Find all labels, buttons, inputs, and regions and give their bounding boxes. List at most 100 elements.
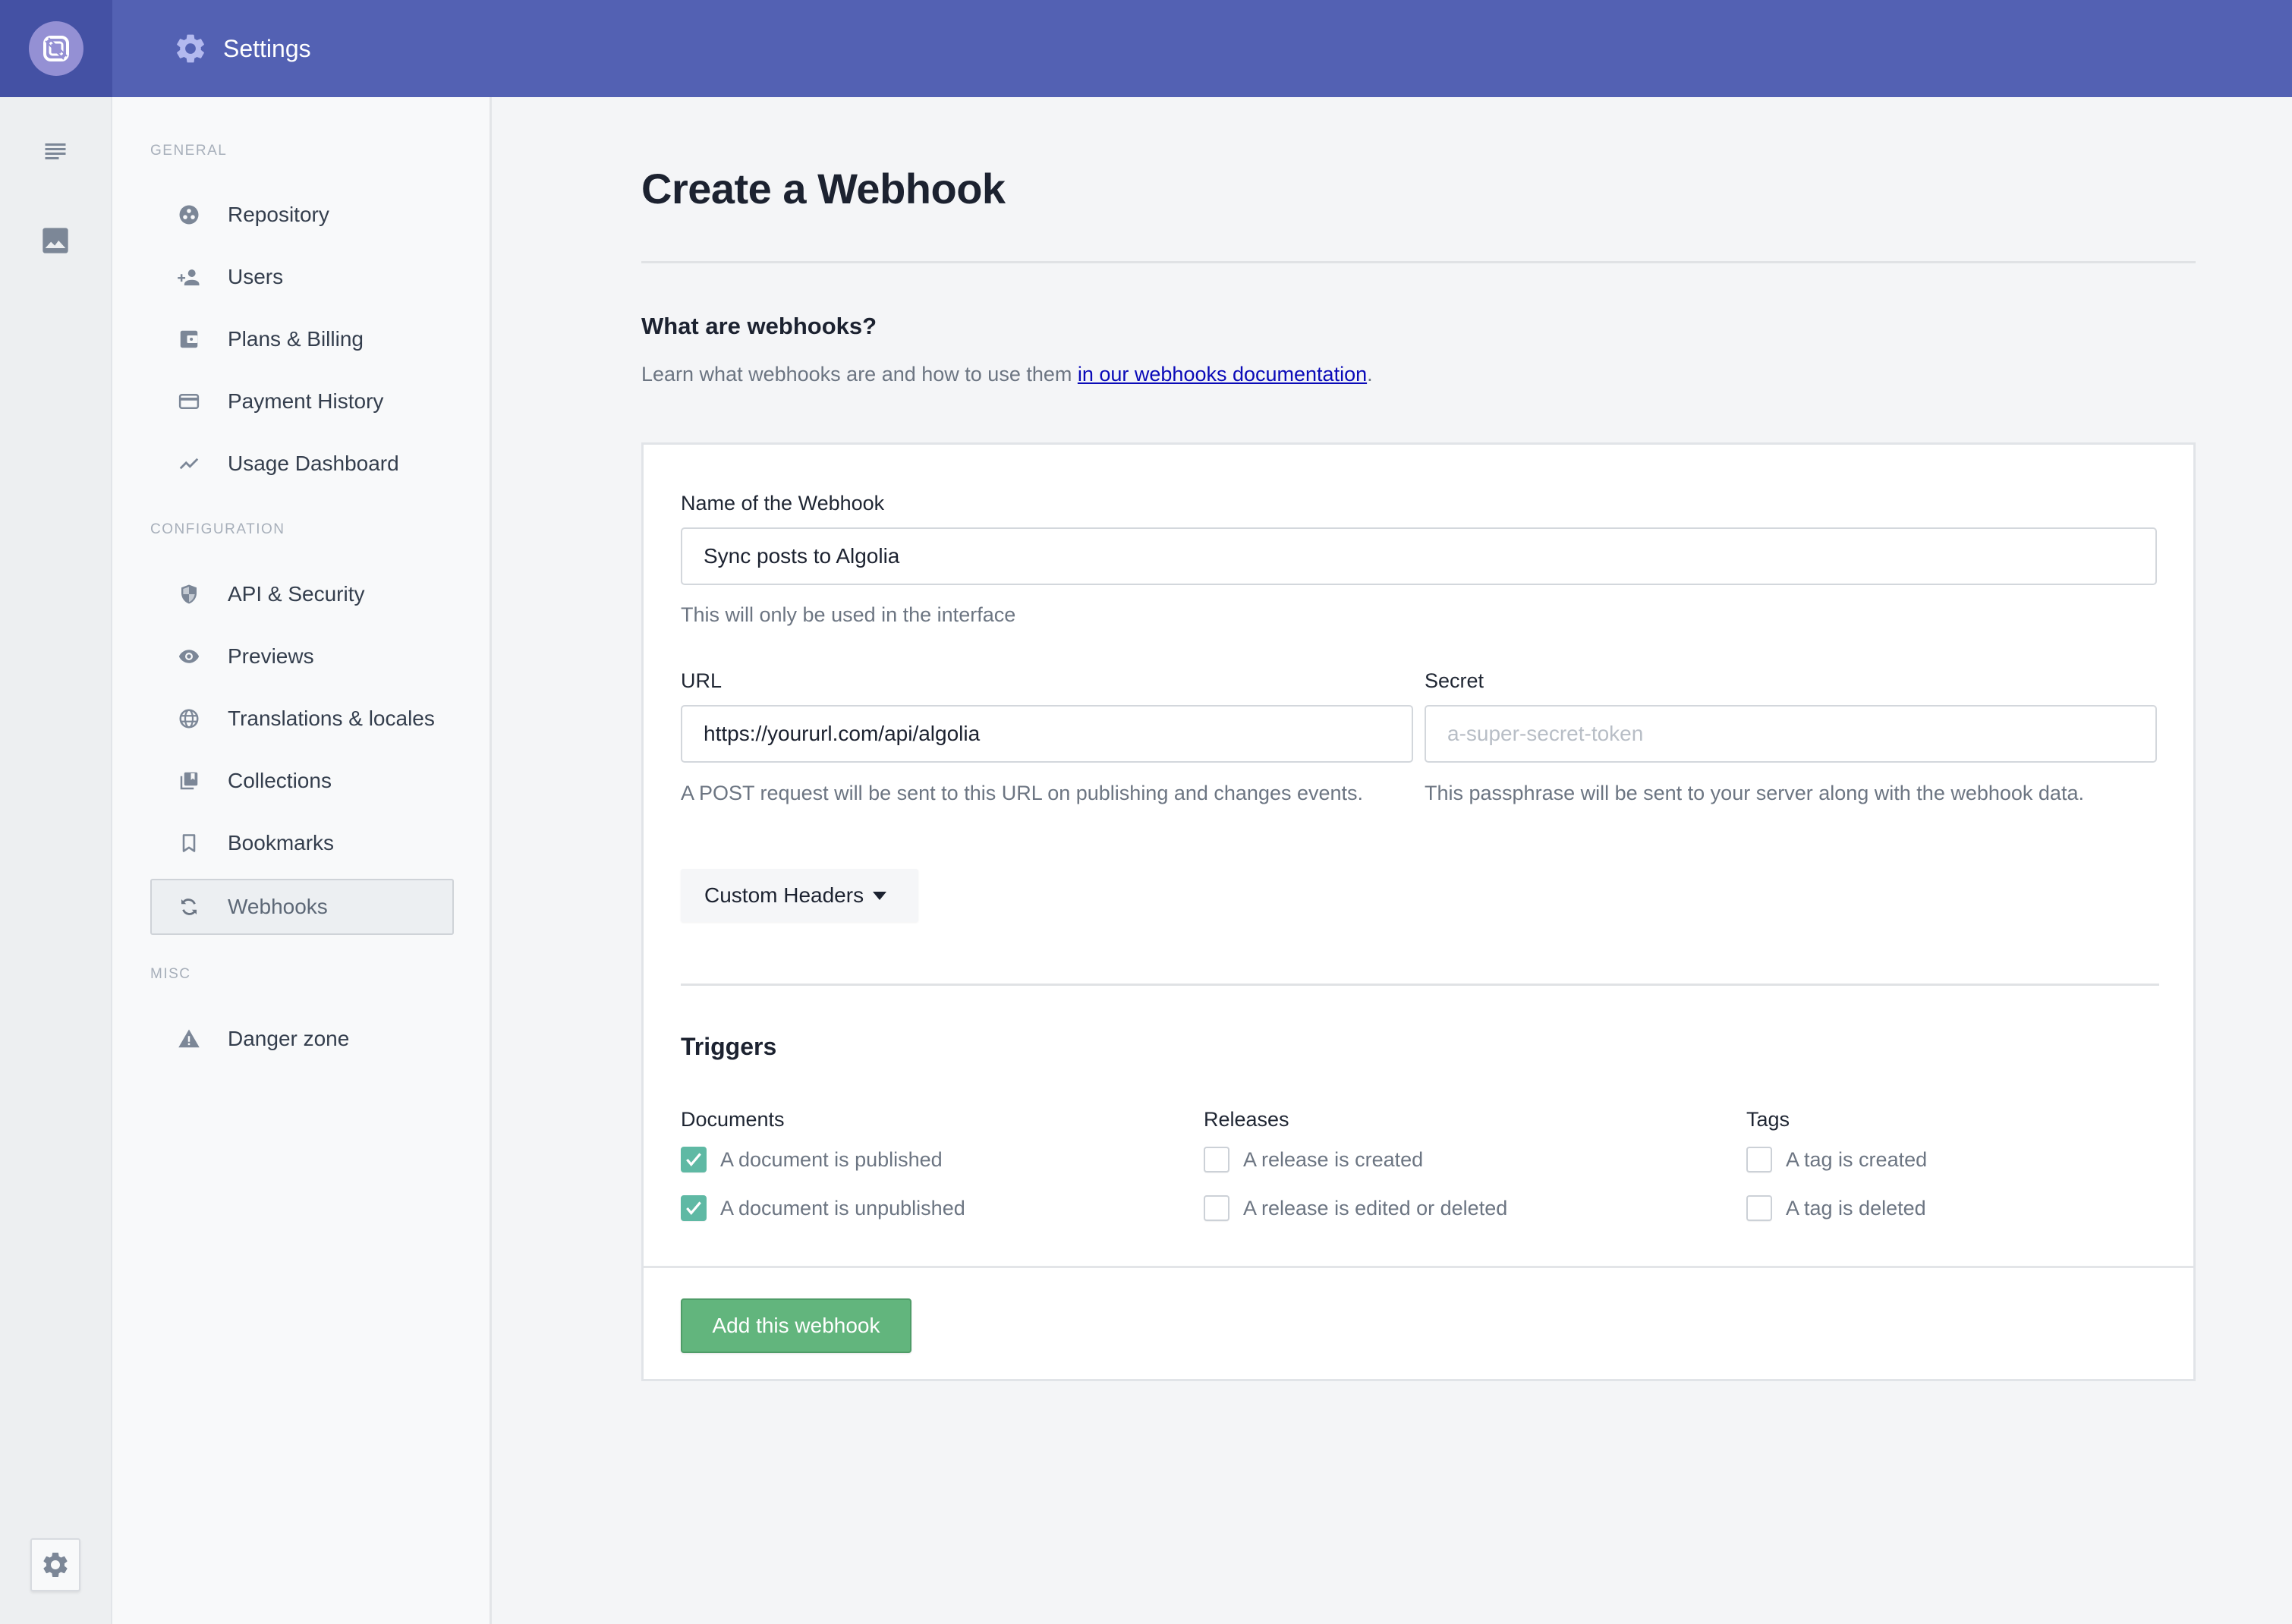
secret-label: Secret <box>1425 669 1484 692</box>
add-webhook-button[interactable]: Add this webhook <box>681 1298 911 1353</box>
sidebar-item-label: Previews <box>228 644 314 668</box>
sidebar-item-bookmarks[interactable]: Bookmarks <box>150 815 454 871</box>
intro-heading: What are webhooks? <box>641 313 877 339</box>
checkbox-checked[interactable] <box>681 1147 707 1172</box>
name-help-text: This will only be used in the interface <box>681 603 1016 626</box>
top-bar <box>0 0 2292 97</box>
webhooks-documentation-link[interactable]: in our webhooks documentation <box>1078 363 1367 386</box>
header-title: Settings <box>223 34 311 62</box>
sidebar-item-label: API & Security <box>228 582 365 606</box>
checkbox-unchecked[interactable] <box>1204 1195 1229 1221</box>
webhook-url-input[interactable] <box>681 705 1413 763</box>
left-rail <box>0 97 112 1624</box>
custom-headers-button[interactable]: Custom Headers <box>681 869 918 922</box>
sidebar-item-webhooks[interactable]: Webhooks <box>150 879 454 935</box>
checkmark-icon <box>686 1153 701 1167</box>
sidebar-item-label: Usage Dashboard <box>228 452 399 475</box>
sidebar-item-danger-zone[interactable]: Danger zone <box>150 1011 454 1067</box>
checkbox-checked[interactable] <box>681 1195 707 1221</box>
globe-icon <box>176 706 202 732</box>
main-content: Create a Webhook What are webhooks? Lear… <box>494 97 2292 1624</box>
intro-text: Learn what webhooks are and how to use t… <box>641 363 1373 386</box>
sync-icon <box>176 894 202 920</box>
form-divider <box>681 984 2159 986</box>
secret-help-text: This passphrase will be sent to your ser… <box>1425 782 2084 804</box>
sidebar-item-plans-billing[interactable]: Plans & Billing <box>150 311 454 367</box>
sidebar-item-usage-dashboard[interactable]: Usage Dashboard <box>150 436 454 492</box>
settings-sidebar: General Repository Users Plans & Billing… <box>112 97 492 1624</box>
gear-icon <box>177 34 204 63</box>
trigger-label: A tag is created <box>1786 1147 1928 1171</box>
wallet-icon <box>176 326 202 352</box>
shield-icon <box>176 581 202 607</box>
webhook-secret-input[interactable] <box>1425 705 2157 763</box>
sidebar-item-api-security[interactable]: API & Security <box>150 566 454 622</box>
page-title: Create a Webhook <box>641 165 1006 212</box>
rail-documents-button[interactable] <box>39 137 71 168</box>
intro-text-before: Learn what webhooks are and how to use t… <box>641 363 1078 386</box>
caret-down-icon <box>873 891 887 900</box>
rail-media-button[interactable] <box>39 225 71 257</box>
checkmark-icon <box>686 1201 701 1216</box>
sidebar-item-label: Users <box>228 265 284 288</box>
url-help-text: A POST request will be sent to this URL … <box>681 782 1364 804</box>
sidebar-item-payment-history[interactable]: Payment History <box>150 373 454 430</box>
name-label: Name of the Webhook <box>681 492 885 515</box>
trigger-label: A document is unpublished <box>720 1196 965 1220</box>
trigger-release-edited-deleted[interactable]: A release is edited or deleted <box>1204 1195 1507 1221</box>
sidebar-item-repository[interactable]: Repository <box>150 187 454 243</box>
collections-icon <box>176 768 202 794</box>
credit-card-icon <box>176 389 202 414</box>
intro-text-after: . <box>1367 363 1373 386</box>
trend-chart-icon <box>176 451 202 477</box>
section-label-configuration: Configuration <box>150 521 285 537</box>
trigger-group-documents: Documents <box>681 1108 785 1131</box>
repository-icon <box>176 202 202 228</box>
trigger-tag-deleted[interactable]: A tag is deleted <box>1746 1195 1926 1221</box>
warning-icon <box>176 1026 202 1052</box>
add-user-icon <box>176 264 202 290</box>
trigger-release-created[interactable]: A release is created <box>1204 1147 1423 1172</box>
rail-header <box>0 0 112 97</box>
image-icon <box>43 228 68 253</box>
bookmark-icon <box>176 830 202 856</box>
sidebar-item-label: Collections <box>228 769 332 792</box>
trigger-label: A release is edited or deleted <box>1243 1196 1508 1220</box>
prismic-logo-icon <box>43 36 69 61</box>
trigger-document-published[interactable]: A document is published <box>681 1147 943 1172</box>
trigger-group-tags: Tags <box>1746 1108 1790 1131</box>
section-label-general: General <box>150 143 228 159</box>
sidebar-item-collections[interactable]: Collections <box>150 753 454 809</box>
checkbox-unchecked[interactable] <box>1746 1195 1772 1221</box>
url-label: URL <box>681 669 723 692</box>
sidebar-item-label: Payment History <box>228 389 384 413</box>
sidebar-item-users[interactable]: Users <box>150 249 454 305</box>
checkbox-unchecked[interactable] <box>1746 1147 1772 1172</box>
sidebar-item-label: Translations & locales <box>228 707 435 730</box>
custom-headers-label: Custom Headers <box>704 883 864 907</box>
document-list-icon <box>45 143 66 159</box>
triggers-title: Triggers <box>681 1033 777 1060</box>
sidebar-item-label: Repository <box>228 203 329 226</box>
sidebar-item-label: Danger zone <box>228 1027 350 1050</box>
sidebar-item-label: Webhooks <box>228 895 328 918</box>
trigger-document-unpublished[interactable]: A document is unpublished <box>681 1195 965 1221</box>
card-footer-divider <box>644 1266 2193 1268</box>
logo[interactable] <box>29 21 83 76</box>
trigger-label: A tag is deleted <box>1786 1196 1926 1220</box>
eye-icon <box>176 644 202 669</box>
webhook-form-card: Name of the Webhook This will only be us… <box>641 442 2196 1381</box>
sidebar-item-translations-locales[interactable]: Translations & locales <box>150 691 454 747</box>
sidebar-item-label: Bookmarks <box>228 831 335 854</box>
gear-icon <box>43 1553 68 1577</box>
checkbox-unchecked[interactable] <box>1204 1147 1229 1172</box>
sidebar-item-label: Plans & Billing <box>228 327 364 351</box>
title-divider <box>641 261 2196 263</box>
page-header: Settings <box>173 30 311 67</box>
webhook-name-input[interactable] <box>681 527 2157 585</box>
rail-settings-button[interactable] <box>30 1538 80 1591</box>
trigger-label: A document is published <box>720 1147 943 1171</box>
trigger-tag-created[interactable]: A tag is created <box>1746 1147 1927 1172</box>
section-label-misc: Misc <box>150 966 191 982</box>
sidebar-item-previews[interactable]: Previews <box>150 628 454 685</box>
